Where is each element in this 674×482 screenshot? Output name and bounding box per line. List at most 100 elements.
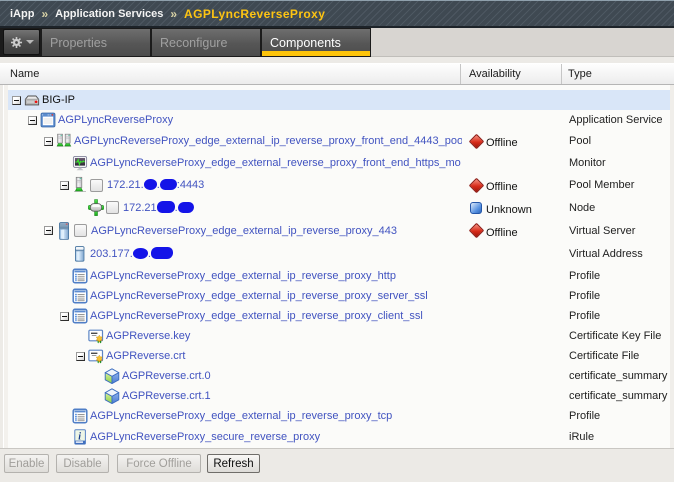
tab-bar: Properties Reconfigure Components (0, 28, 674, 57)
gear-icon (10, 36, 23, 49)
availability-cell (460, 366, 561, 386)
cube-icon (104, 388, 120, 404)
availability-cell (460, 426, 561, 447)
tab-label: Components (270, 36, 341, 50)
type-cell: Monitor (569, 152, 674, 174)
profile-icon (72, 268, 88, 284)
tree-node-label[interactable]: 172.21..:4443 (107, 179, 204, 191)
tree-node-label[interactable]: 203.177.. (90, 247, 173, 260)
tree-node-label[interactable]: AGPLyncReverseProxy_secure_reverse_proxy (90, 431, 320, 443)
breadcrumb-item[interactable]: iApp (10, 8, 34, 20)
redaction-scribble (178, 202, 194, 213)
tree-collapse-toggle[interactable] (76, 352, 85, 361)
table-row: AGPReverse.crt Certificate File (0, 346, 674, 366)
tab-components[interactable]: Components (262, 29, 370, 56)
availability-cell (460, 242, 561, 265)
pool-icon (56, 132, 72, 150)
availability-offline-icon (469, 223, 485, 239)
profile-icon (72, 288, 88, 304)
row-checkbox[interactable] (74, 224, 87, 237)
type-cell: Profile (569, 265, 674, 286)
name-cell: AGPLyncReverseProxy_edge_external_ip_rev… (8, 406, 462, 426)
tree-node-label[interactable]: AGPLyncReverseProxy_edge_external_ip_rev… (91, 225, 397, 237)
availability-cell (460, 346, 561, 366)
availability-cell: Offline (460, 219, 561, 242)
tree-collapse-toggle[interactable] (28, 116, 37, 125)
type-cell: Profile (569, 306, 674, 326)
name-cell: AGPLyncReverseProxy_edge_external_ip_rev… (8, 219, 462, 242)
availability-cell (460, 90, 561, 110)
tree-collapse-toggle[interactable] (44, 137, 53, 146)
tree-collapse-toggle[interactable] (60, 312, 69, 321)
profile-icon (72, 308, 88, 324)
name-cell: 172.21. (8, 196, 462, 219)
name-cell: BIG-IP (8, 90, 462, 110)
tree-node-label[interactable]: AGPReverse.key (106, 330, 190, 342)
table-row: AGPLyncReverseProxy_secure_reverse_proxy… (0, 426, 674, 447)
tree-collapse-toggle[interactable] (12, 96, 21, 105)
tab-reconfigure[interactable]: Reconfigure (152, 29, 260, 56)
tab-properties[interactable]: Properties (42, 29, 150, 56)
type-cell: certificate_summary (569, 386, 674, 406)
type-cell: Node (569, 196, 674, 219)
tree-node-label[interactable]: AGPLyncReverseProxy_edge_external_revers… (90, 157, 461, 169)
redaction-scribble (157, 201, 175, 213)
disable-button[interactable]: Disable (56, 454, 109, 473)
column-separator (460, 64, 461, 84)
breadcrumb-separator: » (41, 7, 48, 21)
table-row: AGPLyncReverseProxy_edge_external_ip_rev… (0, 265, 674, 286)
availability-cell (460, 326, 561, 346)
table-row: AGPReverse.crt.0certificate_summary (0, 366, 674, 386)
type-cell: Certificate File (569, 346, 674, 366)
availability-cell (460, 306, 561, 326)
gear-menu-button[interactable] (3, 29, 40, 55)
row-checkbox[interactable] (90, 179, 103, 192)
certificate-icon (88, 328, 104, 344)
breadcrumb-item[interactable]: Application Services (55, 8, 163, 20)
name-cell: AGPLyncReverseProxy_edge_external_ip_rev… (8, 306, 462, 326)
tree-node-label[interactable]: AGPLyncReverseProxy_edge_external_ip_rev… (90, 410, 392, 422)
column-separator (561, 64, 562, 84)
table-row: 172.21..:4443OfflinePool Member (0, 174, 674, 196)
name-cell: AGPLyncReverseProxy_secure_reverse_proxy (8, 426, 462, 447)
bigip-iapp-components-screen: iApp»Application Services»AGPLyncReverse… (0, 0, 674, 482)
tree-node-label[interactable]: AGPReverse.crt.0 (122, 370, 211, 382)
name-cell: AGPLyncReverseProxy_edge_external_ip_rev… (8, 286, 462, 306)
enable-button[interactable]: Enable (4, 454, 49, 473)
tree-node-label[interactable]: AGPLyncReverseProxy_edge_external_ip_rev… (90, 310, 423, 322)
tree-node-label[interactable]: AGPReverse.crt.1 (122, 390, 211, 402)
tree-node-label[interactable]: 172.21. (123, 201, 194, 214)
active-tab-indicator (262, 51, 370, 56)
tree-collapse-toggle[interactable] (60, 181, 69, 190)
bigip-chassis-icon (24, 93, 40, 107)
node-icon (88, 199, 104, 216)
tree-node-label[interactable]: AGPLyncReverseProxy_edge_external_ip_rev… (90, 290, 428, 302)
breadcrumb: iApp»Application Services»AGPLyncReverse… (0, 0, 674, 28)
tree-node-label[interactable]: AGPLyncReverseProxy_edge_external_ip_rev… (90, 270, 396, 282)
tree-node-label[interactable]: AGPLyncReverseProxy (58, 114, 173, 126)
availability-cell: Unknown (460, 196, 561, 219)
name-cell: AGPLyncReverseProxy_edge_external_ip_rev… (8, 130, 462, 152)
redaction-scribble (144, 179, 157, 190)
availability-label: Unknown (486, 204, 532, 216)
availability-cell: Offline (460, 130, 561, 152)
table-row: AGPLyncReverseProxy_edge_external_revers… (0, 152, 674, 174)
tree-node-label[interactable]: AGPReverse.crt (106, 350, 185, 362)
availability-offline-icon (469, 133, 485, 149)
availability-cell (460, 406, 561, 426)
chevron-down-icon (26, 40, 34, 44)
force-offline-button[interactable]: Force Offline (117, 454, 201, 473)
type-cell: Application Service (569, 110, 674, 130)
availability-cell: Offline (460, 174, 561, 196)
table-row: AGPLyncReverseProxy_edge_external_ip_rev… (0, 130, 674, 152)
redaction-scribble (151, 247, 173, 259)
type-cell (569, 90, 674, 110)
components-tree-table: BIG-IP AGPLyncReverseProxy Application Ser… (0, 85, 674, 448)
tree-node-label[interactable]: AGPLyncReverseProxy_edge_external_ip_rev… (74, 135, 462, 147)
tree-collapse-toggle[interactable] (44, 226, 53, 235)
row-checkbox[interactable] (106, 201, 119, 214)
tab-label: Properties (50, 36, 107, 50)
refresh-button[interactable]: Refresh (207, 454, 260, 473)
tree-node-label[interactable]: BIG-IP (42, 94, 75, 106)
name-cell: AGPReverse.crt (8, 346, 462, 366)
